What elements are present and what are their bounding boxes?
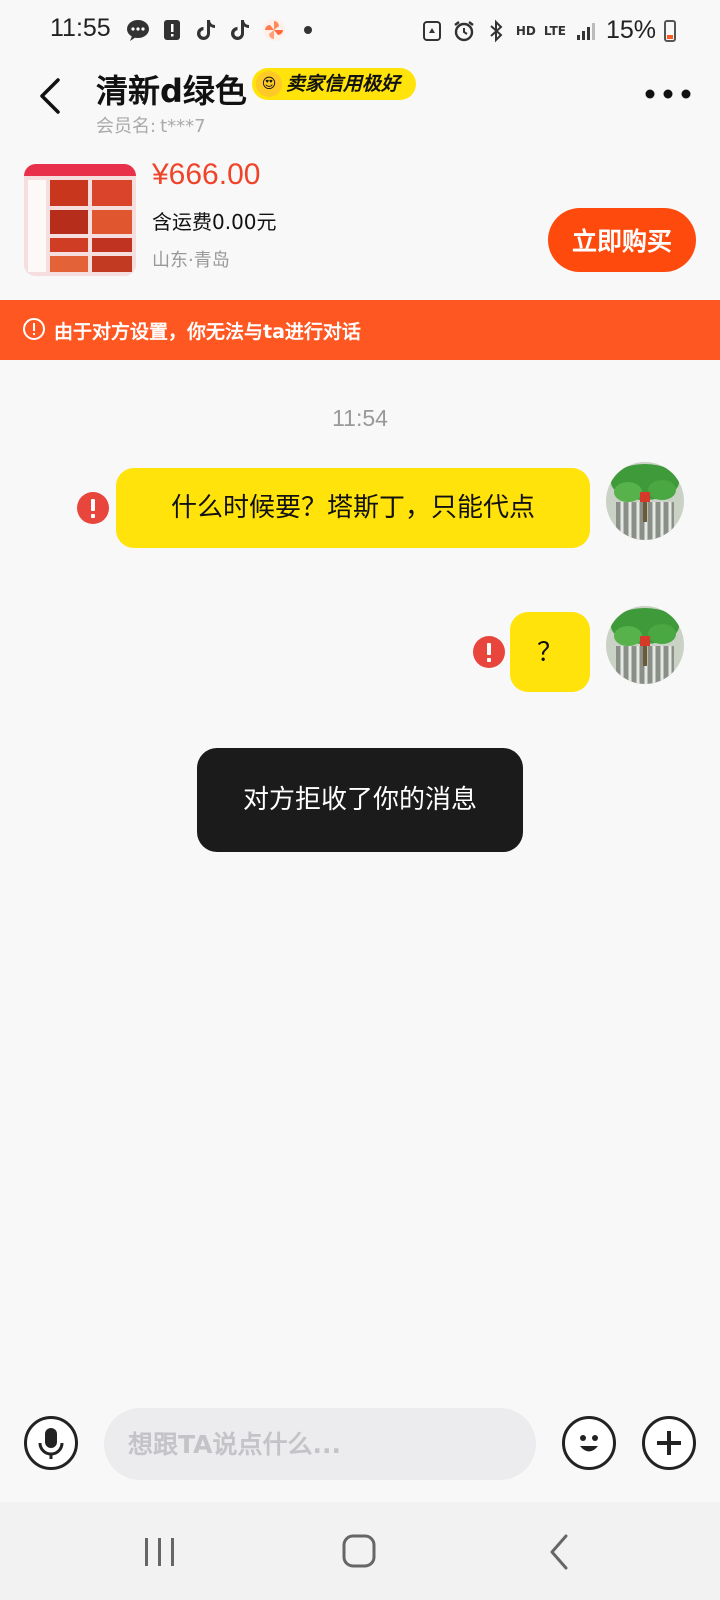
voice-input-button[interactable] (24, 1416, 78, 1470)
more-options-button[interactable] (642, 82, 694, 106)
avatar-image (606, 462, 684, 540)
back-nav-icon[interactable] (540, 1532, 588, 1572)
message-bubble[interactable]: 什么时候要？塔斯丁，只能代点 (116, 468, 590, 548)
system-status-icons: HD LTE 15% (420, 16, 676, 45)
chat-input-bar (0, 1400, 720, 1490)
blocked-notice-bar: 由于对方设置，你无法与ta进行对话 (0, 300, 720, 360)
seller-location: 山东·青岛 (152, 250, 230, 271)
alarm-icon (454, 20, 474, 41)
send-failed-icon[interactable] (472, 635, 506, 669)
member-label: 会员名: (96, 116, 157, 137)
rejected-message-toast: 对方拒收了你的消息 (197, 748, 523, 852)
product-card[interactable]: ¥666.00 含运费0.00元 山东·青岛 立即购买 (0, 150, 720, 290)
battery-percent: 15% (605, 16, 656, 44)
blocked-notice-text: 由于对方设置，你无法与ta进行对话 (54, 321, 361, 343)
member-name: t***7 (160, 116, 206, 137)
hd-indicator: HD (515, 23, 536, 38)
system-navigation-bar (0, 1502, 720, 1600)
user-avatar[interactable] (606, 606, 684, 684)
home-icon[interactable] (336, 1532, 384, 1572)
bluetooth-icon (490, 19, 503, 42)
heart-eyes-emoji-icon: 😍 (256, 71, 282, 97)
status-bar: 11:55 HD LTE 15% (0, 0, 720, 62)
avatar-image (606, 606, 684, 684)
product-image (24, 164, 136, 276)
alert-notification-icon (164, 20, 180, 40)
member-info: 会员名: t***7 (96, 112, 206, 138)
notification-icons (126, 18, 312, 42)
buy-now-button[interactable]: 立即购买 (548, 208, 696, 272)
tiktok-icon (197, 20, 215, 40)
plus-icon (657, 1431, 681, 1455)
seller-name: 清新d绿色 (96, 72, 247, 110)
message-bubble[interactable]: ？ (510, 612, 590, 692)
signal-icon (576, 22, 595, 40)
more-actions-button[interactable] (642, 1416, 696, 1470)
recent-apps-icon[interactable] (136, 1532, 184, 1572)
microphone-icon (38, 1428, 64, 1459)
emoji-button[interactable] (562, 1416, 616, 1470)
send-failed-icon[interactable] (76, 491, 110, 525)
back-button[interactable] (30, 72, 70, 120)
chat-timestamp: 11:54 (332, 405, 388, 431)
seller-credit-badge: 😍 卖家信用极好 (252, 68, 417, 100)
status-time: 11:55 (50, 14, 111, 42)
battery-icon (664, 19, 676, 42)
chat-notification-icon (127, 20, 149, 41)
product-thumbnail[interactable] (24, 164, 136, 276)
shipping-fee: 含运费0.00元 (152, 210, 277, 234)
more-notifications-dot (304, 26, 312, 34)
pinwheel-app-icon (263, 19, 285, 41)
message-input[interactable] (104, 1408, 536, 1480)
lte-indicator: LTE (543, 23, 566, 38)
user-avatar[interactable] (606, 462, 684, 540)
credit-badge-label: 卖家信用极好 (286, 73, 401, 95)
info-circle-icon (23, 318, 45, 340)
product-price: ¥666.00 (152, 158, 261, 191)
chat-header: 清新d绿色 😍 卖家信用极好 会员名: t***7 (0, 62, 720, 142)
recycle-icon (422, 20, 441, 41)
tiktok-icon-2 (231, 20, 249, 40)
smiley-icon (580, 1435, 598, 1452)
